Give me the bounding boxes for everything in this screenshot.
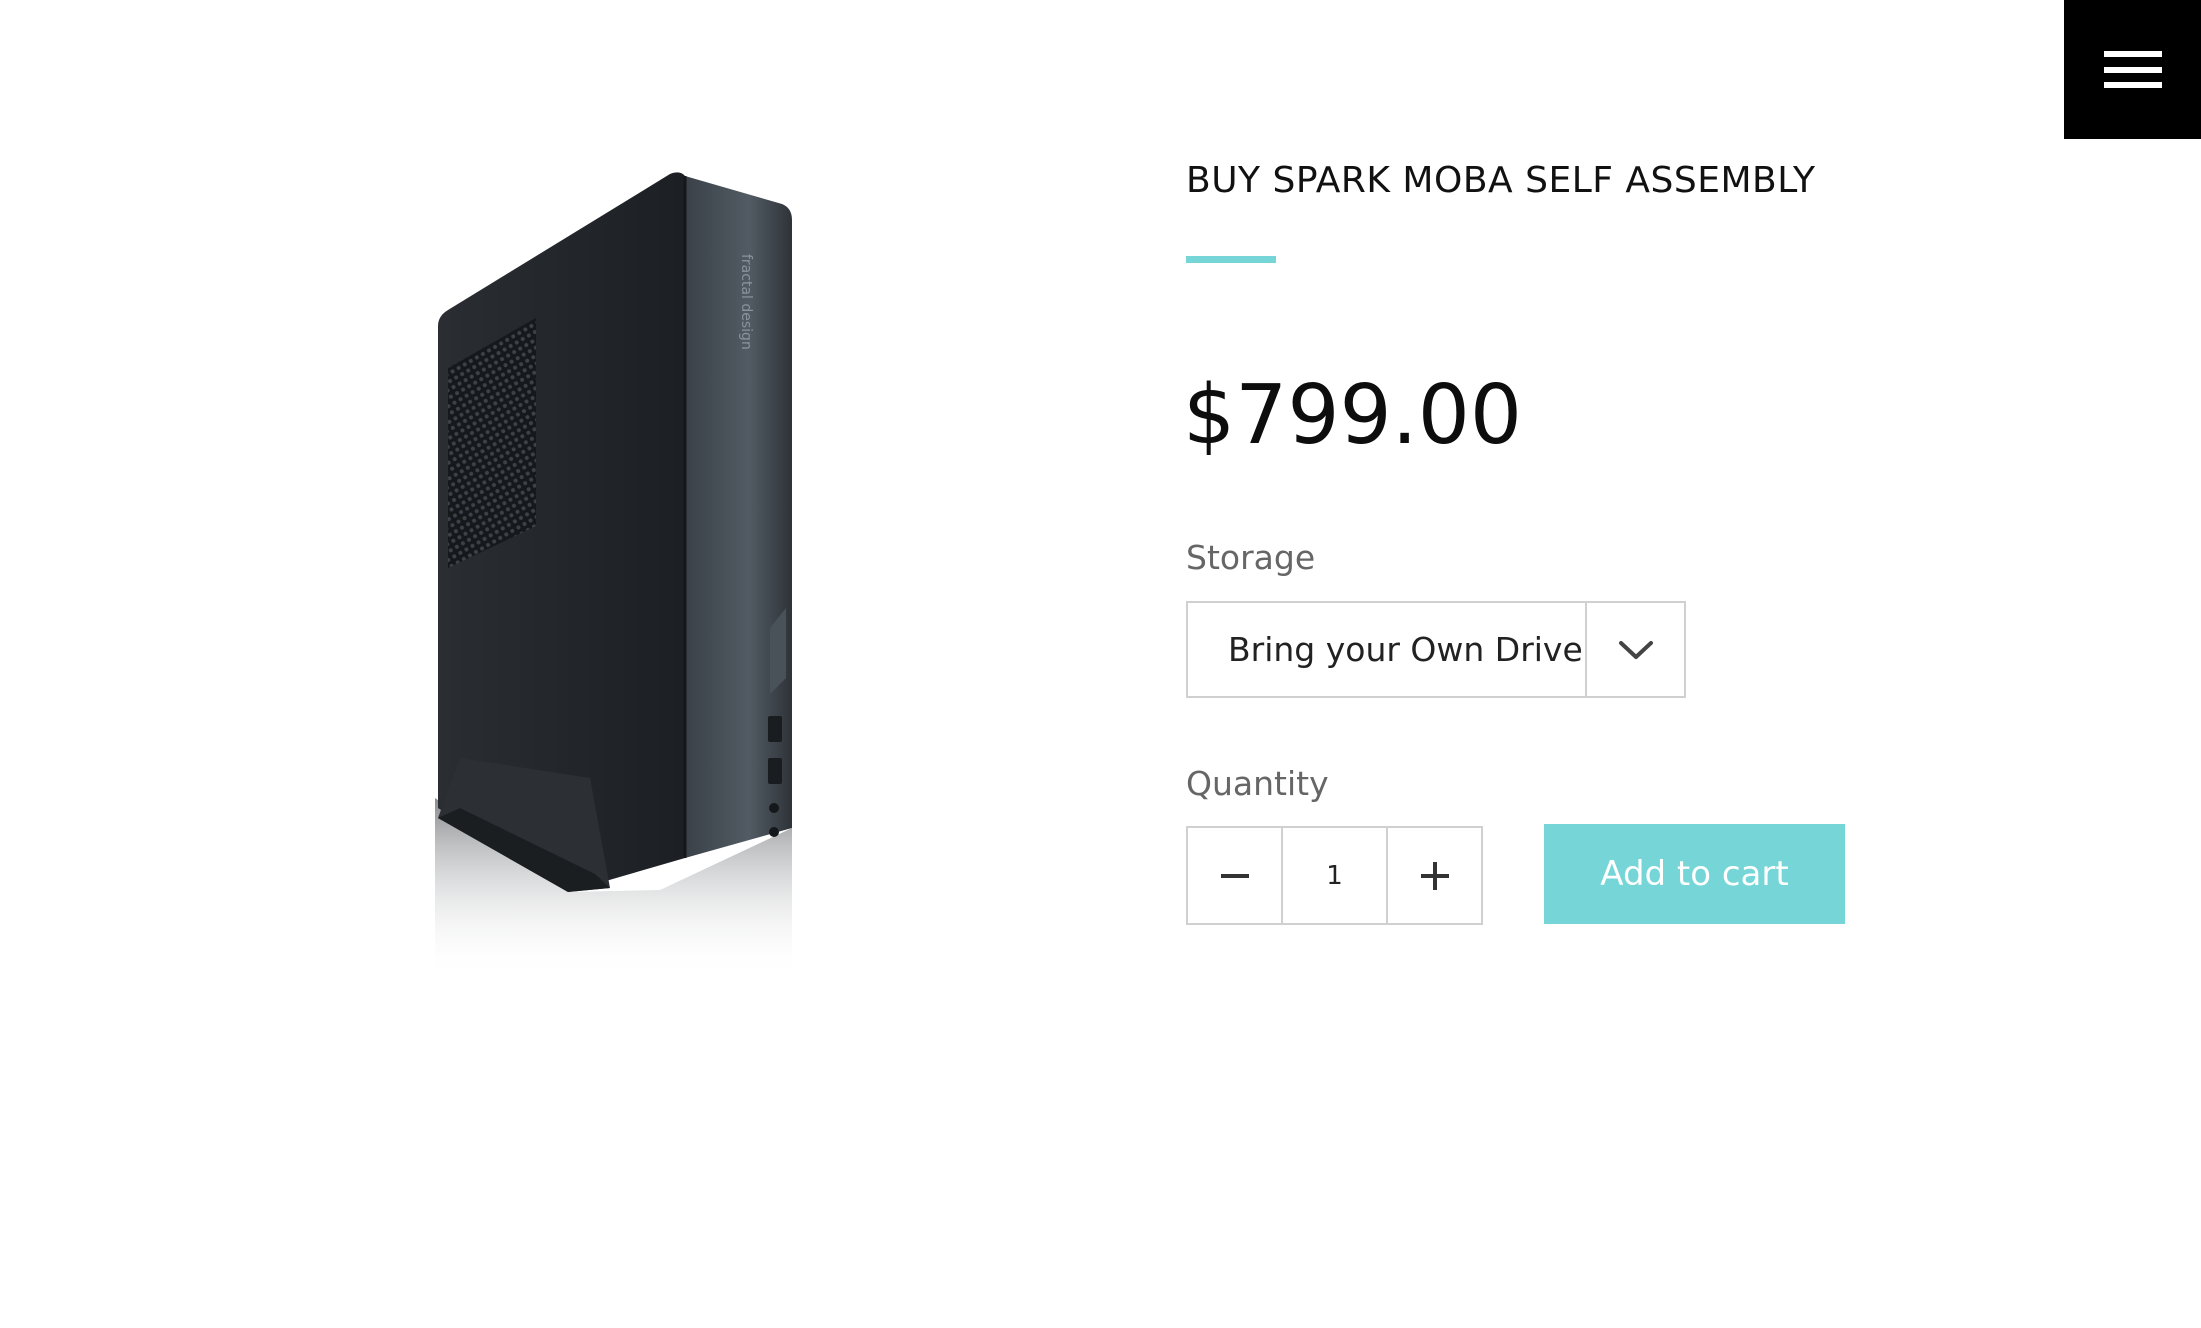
product-price: $799.00 [1183, 368, 1523, 463]
product-image: fractal design [435, 172, 792, 978]
product-image-logo: fractal design [738, 254, 754, 350]
plus-icon [1420, 861, 1449, 890]
menu-button[interactable] [2064, 0, 2201, 139]
storage-label: Storage [1186, 538, 1316, 577]
add-to-cart-button[interactable]: Add to cart [1544, 824, 1845, 924]
minus-icon [1220, 873, 1249, 878]
quantity-input[interactable]: 1 [1281, 828, 1388, 923]
chevron-down-icon[interactable] [1585, 603, 1684, 696]
hamburger-menu-icon [2103, 51, 2162, 88]
storage-select-value: Bring your Own Drive [1228, 630, 1583, 669]
title-accent-divider [1186, 256, 1276, 263]
quantity-decrease-button[interactable] [1188, 828, 1281, 923]
product-title: BUY SPARK MOBA SELF ASSEMBLY [1186, 160, 1816, 201]
quantity-increase-button[interactable] [1388, 828, 1481, 923]
quantity-label: Quantity [1186, 764, 1329, 803]
storage-select[interactable]: Bring your Own Drive [1186, 601, 1686, 698]
quantity-stepper: 1 [1186, 826, 1483, 925]
